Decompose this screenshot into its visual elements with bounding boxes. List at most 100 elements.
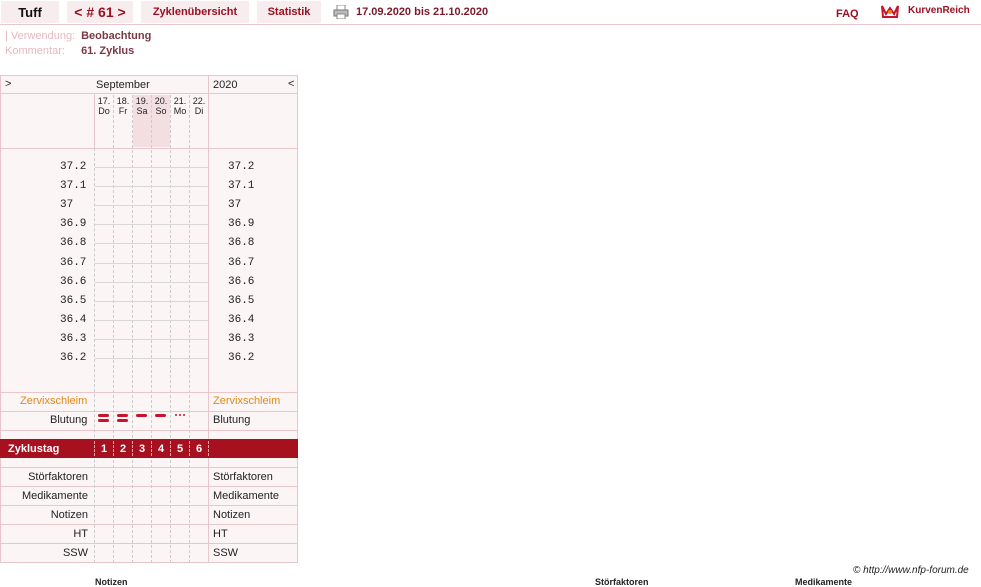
temperature-gridline — [95, 358, 208, 359]
cycle-day-number: 4 — [157, 443, 165, 455]
divider — [0, 467, 298, 468]
temperature-gridline — [95, 320, 208, 321]
divider — [0, 505, 298, 506]
temperature-label-left: 36.4 — [60, 314, 87, 326]
cycle-day-number: 3 — [138, 443, 146, 455]
user-name: Tuff — [1, 1, 59, 23]
copyright[interactable]: © http://www.nfp-forum.de — [853, 565, 969, 576]
bleeding-spot-mark[interactable] — [179, 414, 181, 416]
row-label-right: Notizen — [213, 509, 251, 521]
day-gridline — [94, 148, 95, 563]
divider — [0, 430, 298, 431]
row-label-left: HT — [73, 528, 88, 540]
temperature-label-left: 37.2 — [60, 161, 87, 173]
divider — [0, 486, 298, 487]
comment-line: Kommentar: 61. Zyklus — [5, 45, 134, 57]
date-range: 17.09.2020 bis 21.10.2020 — [356, 6, 489, 18]
divider — [0, 148, 298, 149]
temperature-label-right: 37.1 — [228, 180, 255, 192]
temperature-label-left: 37.1 — [60, 180, 87, 192]
divider — [0, 392, 298, 393]
day-header: 19. Sa — [135, 96, 149, 116]
bleeding-heavy-mark[interactable] — [117, 419, 128, 422]
row-label-right: HT — [213, 528, 228, 540]
usage-line: | Verwendung: Beobachtung — [5, 30, 151, 42]
temperature-gridline — [95, 205, 208, 206]
crown-logo-icon[interactable] — [880, 2, 900, 20]
temperature-label-right: 36.3 — [228, 333, 255, 345]
row-label-right: Medikamente — [213, 490, 280, 502]
bleeding-heavy-mark[interactable] — [117, 414, 128, 417]
temperature-label-left: 36.5 — [60, 295, 87, 307]
footer-col-notes: Notizen — [95, 577, 128, 587]
bleeding-spot-mark[interactable] — [183, 414, 185, 416]
faq-link[interactable]: FAQ — [836, 8, 859, 20]
temperature-label-right: 36.9 — [228, 218, 255, 230]
cycle-day-label: Zyklustag — [8, 443, 60, 455]
next-month-arrow[interactable]: < — [288, 78, 294, 90]
cycle-day-number: 1 — [100, 443, 108, 455]
tab-statistics[interactable]: Statistik — [257, 1, 321, 23]
temperature-gridline — [95, 301, 208, 302]
cycle-nav[interactable]: < # 61 > — [67, 1, 133, 23]
temperature-gridline — [95, 243, 208, 244]
bleeding-heavy-mark[interactable] — [98, 414, 109, 417]
divider — [0, 543, 298, 544]
day-header: 18. Fr — [116, 96, 130, 116]
row-label-left: Notizen — [50, 509, 88, 521]
footer-col-medications: Medikamente — [795, 577, 853, 587]
temperature-label-left: 36.2 — [60, 352, 87, 364]
cycle-day-separator — [208, 441, 209, 456]
bleeding-medium-mark[interactable] — [155, 414, 166, 417]
year-label: 2020 — [213, 79, 238, 91]
day-gridline — [132, 95, 133, 563]
temperature-label-right: 36.5 — [228, 295, 255, 307]
temperature-label-right: 36.7 — [228, 257, 255, 269]
day-header: 22. Di — [192, 96, 206, 116]
temperature-gridline — [95, 339, 208, 340]
temperature-gridline — [95, 186, 208, 187]
temperature-label-right: 36.8 — [228, 237, 255, 249]
brand-name[interactable]: KurvenReich — [908, 5, 970, 16]
cycle-day-number: 6 — [195, 443, 203, 455]
row-label-right: SSW — [213, 547, 239, 559]
month-label: September — [96, 79, 150, 91]
day-header: 20. So — [154, 96, 168, 116]
day-gridline — [189, 95, 190, 563]
temperature-label-right: 36.4 — [228, 314, 255, 326]
usage-label: | Verwendung: — [5, 30, 76, 42]
temperature-label-left: 36.7 — [60, 257, 87, 269]
temperature-label-left: 37 — [60, 199, 74, 211]
printer-icon[interactable] — [333, 5, 349, 19]
tab-cycle-overview[interactable]: Zyklenübersicht — [141, 1, 249, 23]
row-label-left: Medikamente — [21, 490, 88, 502]
temperature-label-right: 36.6 — [228, 276, 255, 288]
day-header: 21. Mo — [173, 96, 187, 116]
temperature-label-right: 37 — [228, 199, 242, 211]
zervix-label-left: Zervixschleim — [20, 395, 88, 407]
temperature-gridline — [95, 263, 208, 264]
cycle-day-number: 5 — [176, 443, 184, 455]
day-header: 17. Do — [97, 96, 111, 116]
temperature-label-left: 36.8 — [60, 237, 87, 249]
day-gridline — [170, 95, 171, 563]
temperature-label-left: 36.6 — [60, 276, 87, 288]
footer-col-disturbances: Störfaktoren — [595, 577, 649, 587]
divider — [208, 75, 209, 563]
divider — [0, 93, 298, 94]
temperature-label-left: 36.9 — [60, 218, 87, 230]
temperature-label-left: 36.3 — [60, 333, 87, 345]
temperature-gridline — [95, 282, 208, 283]
bleeding-spot-mark[interactable] — [175, 414, 177, 416]
temperature-label-right: 36.2 — [228, 352, 255, 364]
bleeding-heavy-mark[interactable] — [98, 419, 109, 422]
comment-value: 61. Zyklus — [81, 45, 135, 57]
prev-month-arrow[interactable]: > — [5, 78, 11, 90]
comment-label: Kommentar: — [5, 45, 65, 57]
day-gridline — [113, 95, 114, 563]
bleeding-label-left: Blutung — [50, 414, 88, 426]
zervix-label-right: Zervixschleim — [213, 395, 281, 407]
bleeding-medium-mark[interactable] — [136, 414, 147, 417]
top-bar: Tuff < # 61 > Zyklenübersicht Statistik … — [0, 0, 981, 25]
day-gridline — [151, 95, 152, 563]
